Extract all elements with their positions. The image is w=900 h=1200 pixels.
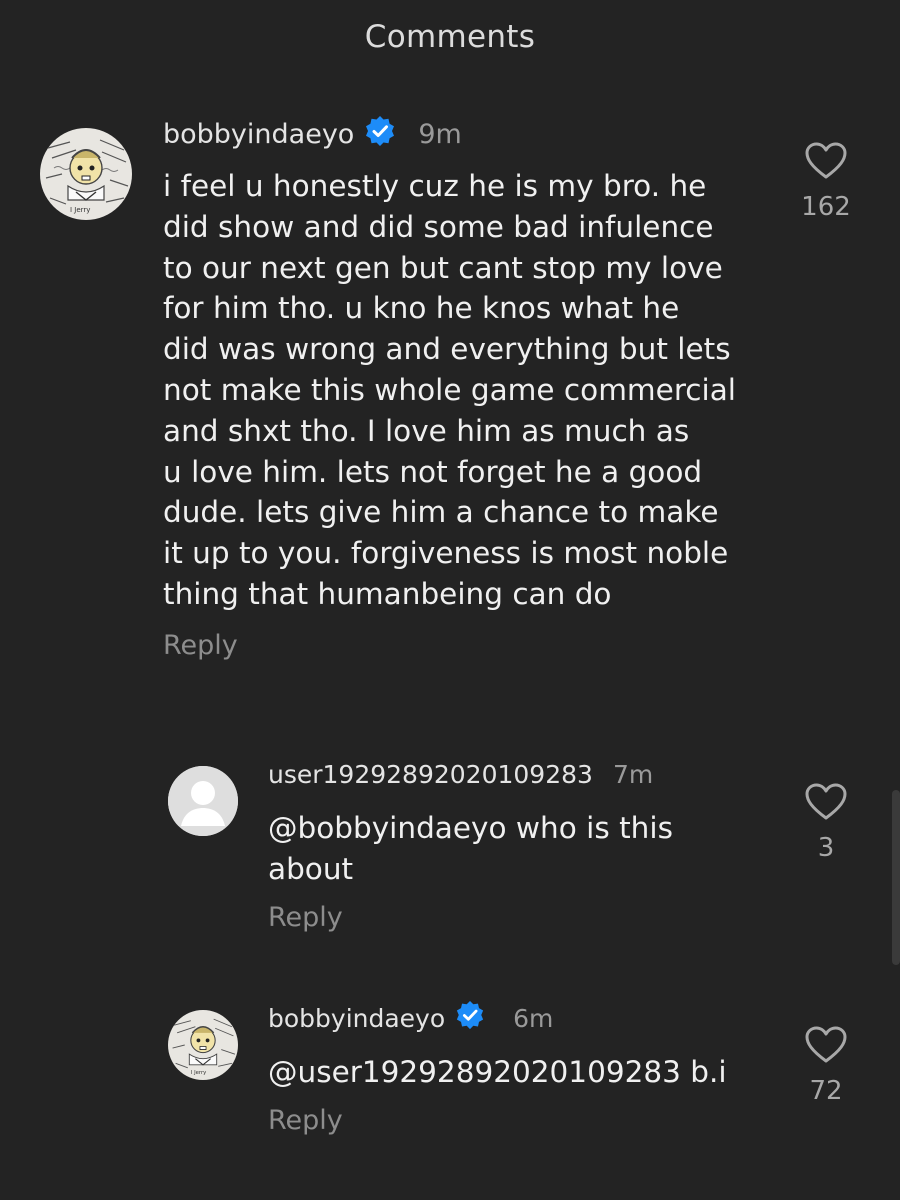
scrollbar[interactable]: [892, 790, 900, 965]
comment-text: @user19292892020109283 b.i: [268, 1052, 788, 1093]
avatar[interactable]: I Jerry: [40, 128, 132, 220]
like-control[interactable]: 162: [786, 142, 866, 222]
reply-button[interactable]: Reply: [268, 1105, 343, 1136]
mention-link[interactable]: @user19292892020109283: [268, 1055, 681, 1089]
reply-button[interactable]: Reply: [163, 630, 238, 661]
heart-icon[interactable]: [786, 1026, 866, 1064]
like-control[interactable]: 72: [786, 1026, 866, 1106]
svg-text:I Jerry: I Jerry: [191, 1070, 207, 1076]
reply-button[interactable]: Reply: [268, 902, 343, 933]
username[interactable]: user19292892020109283: [268, 760, 593, 789]
svg-text:I Jerry: I Jerry: [70, 206, 90, 214]
comment-time: 9m: [418, 118, 462, 150]
username[interactable]: bobbyindaeyo: [268, 1004, 445, 1033]
comment-text: @bobbyindaeyo who is this about: [268, 808, 768, 890]
avatar[interactable]: I Jerry: [168, 1010, 238, 1080]
username[interactable]: bobbyindaeyo: [163, 119, 354, 150]
verified-badge-icon: [364, 115, 396, 154]
mention-link[interactable]: @bobbyindaeyo: [268, 811, 507, 845]
comment-time: 7m: [612, 759, 654, 789]
like-count: 72: [809, 1076, 843, 1106]
avatar[interactable]: [168, 766, 238, 836]
comment-text-body: b.i: [680, 1055, 727, 1089]
comments-title: Comments: [364, 19, 536, 55]
comment-time: 6m: [513, 1003, 554, 1033]
like-count: 3: [817, 833, 835, 863]
like-control[interactable]: 3: [786, 783, 866, 863]
heart-icon[interactable]: [786, 142, 866, 180]
like-count: 162: [801, 192, 851, 222]
heart-icon[interactable]: [786, 783, 866, 821]
verified-badge-icon: [455, 1000, 485, 1036]
comment-text: i feel u honestly cuz he is my bro. he d…: [163, 169, 736, 611]
